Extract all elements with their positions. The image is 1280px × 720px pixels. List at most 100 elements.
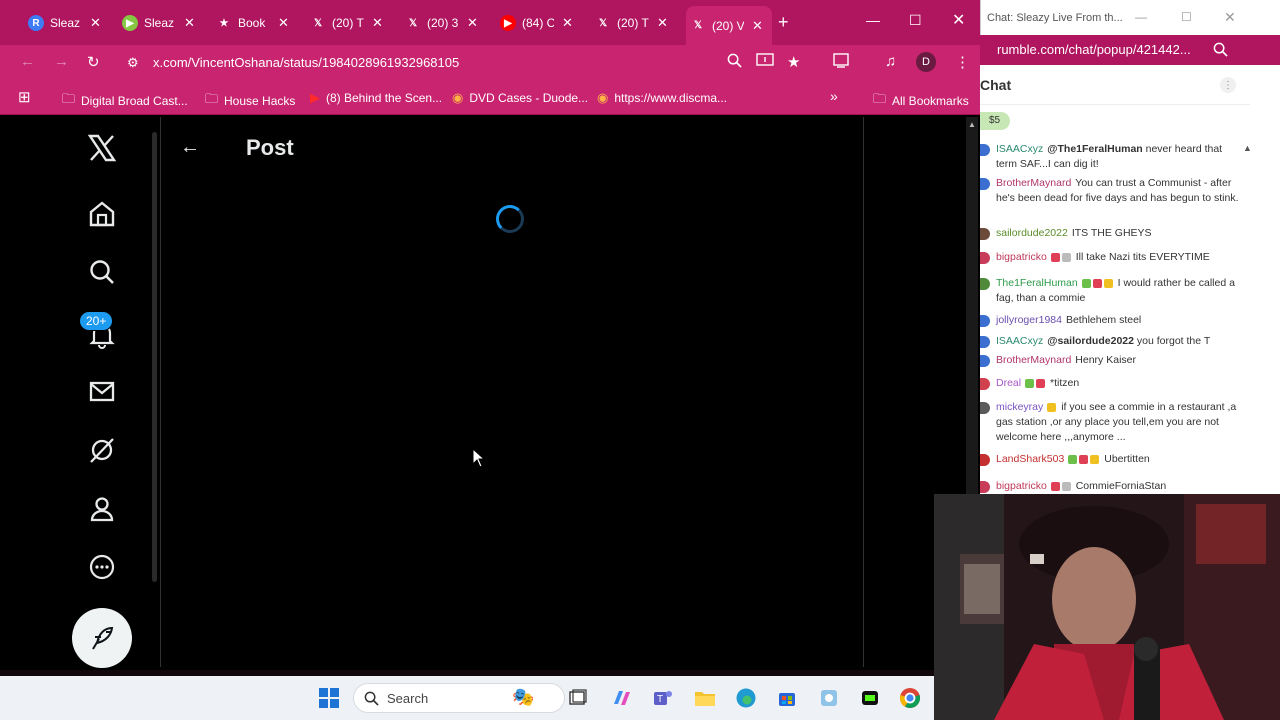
install-app-icon[interactable] — [756, 53, 774, 72]
user-avatar[interactable] — [980, 336, 990, 348]
tab-close-icon[interactable]: ✕ — [562, 15, 573, 31]
profile-avatar[interactable]: D — [916, 52, 936, 72]
new-tab-button[interactable]: + — [778, 12, 789, 33]
user-badge-icon — [1068, 454, 1078, 464]
bookmark-item[interactable]: 🗀 House Hacks — [205, 90, 295, 112]
apps-grid-icon[interactable]: ⊞ — [18, 88, 31, 106]
task-view-icon[interactable] — [566, 686, 590, 710]
app-icon[interactable] — [817, 686, 841, 710]
user-avatar[interactable] — [980, 355, 990, 367]
site-info-icon[interactable]: ⚙ — [127, 55, 139, 71]
browser-tab[interactable]: 𝕏 (20) 3 ✕ — [401, 8, 487, 38]
chat-username[interactable]: LandShark503 — [996, 453, 1064, 465]
bookmark-item[interactable]: ◉ DVD Cases - Duode... — [452, 90, 588, 106]
grok-icon[interactable] — [82, 430, 122, 470]
chat-menu-icon[interactable]: ⋮ — [1220, 77, 1236, 93]
tab-close-icon[interactable]: ✕ — [657, 15, 668, 31]
bookmark-item[interactable]: ▶ (8) Behind the Scen... — [310, 90, 442, 106]
search-icon[interactable] — [82, 252, 122, 292]
browser-tab[interactable]: R Sleaz ✕ — [24, 8, 110, 38]
minimize-button[interactable]: — — [866, 12, 880, 28]
chat-message-text: Ubertitten — [1104, 453, 1150, 465]
browser-tab[interactable]: ★ Book ✕ — [212, 8, 298, 38]
browser-tab[interactable]: 𝕏 (20) V ✕ — [686, 6, 772, 45]
home-icon[interactable] — [82, 194, 122, 234]
tab-close-icon[interactable]: ✕ — [90, 15, 101, 31]
minimize-button[interactable]: — — [1135, 10, 1147, 24]
chat-username[interactable]: ISAACxyz — [996, 143, 1043, 155]
maximize-button[interactable]: ☐ — [1181, 10, 1192, 24]
chrome-icon[interactable] — [898, 686, 922, 710]
user-avatar[interactable] — [980, 378, 990, 390]
zoom-icon[interactable] — [727, 53, 742, 72]
chat-username[interactable]: The1FeralHuman — [996, 277, 1078, 289]
chat-username[interactable]: Dreal — [996, 377, 1021, 389]
chat-username[interactable]: bigpatricko — [996, 251, 1047, 263]
chat-message-text: *titzen — [1050, 377, 1080, 389]
chat-username[interactable]: sailordude2022 — [996, 227, 1068, 239]
user-avatar[interactable] — [980, 228, 990, 240]
tab-close-icon[interactable]: ✕ — [372, 15, 383, 31]
close-window-button[interactable]: ✕ — [1224, 9, 1236, 26]
maximize-button[interactable]: ☐ — [909, 12, 922, 29]
reading-mode-icon[interactable] — [833, 53, 849, 72]
bookmark-star-icon[interactable]: ★ — [787, 53, 800, 71]
address-bar[interactable]: x.com/VincentOshana/status/1984028961932… — [153, 55, 459, 70]
tab-close-icon[interactable]: ✕ — [752, 18, 763, 34]
forward-icon[interactable]: → — [54, 53, 69, 70]
media-control-icon[interactable]: ♫ — [885, 53, 896, 70]
browser-tab[interactable]: 𝕏 (20) T ✕ — [306, 8, 392, 38]
file-explorer-icon[interactable] — [693, 686, 717, 710]
user-avatar[interactable] — [980, 402, 990, 414]
all-bookmarks[interactable]: 🗀 All Bookmarks — [873, 90, 969, 112]
chat-scrollbar[interactable]: ▲ — [1242, 140, 1252, 495]
taskbar-search[interactable]: Search 🎭 — [353, 683, 565, 713]
browser-tab[interactable]: ▶ Sleaz ✕ — [118, 8, 204, 38]
profile-icon[interactable] — [82, 489, 122, 529]
chat-username[interactable]: bigpatricko — [996, 480, 1047, 492]
user-avatar[interactable] — [980, 178, 990, 190]
bookmark-label: (8) Behind the Scen... — [326, 91, 443, 105]
app-icon[interactable] — [858, 686, 882, 710]
back-arrow-icon[interactable]: ← — [180, 136, 200, 159]
back-icon[interactable]: ← — [20, 53, 35, 70]
chat-username[interactable]: BrotherMaynard — [996, 354, 1071, 366]
store-icon[interactable] — [775, 686, 799, 710]
chat-message-text: @sailordude2022 you forgot the T — [1047, 335, 1211, 347]
tab-close-icon[interactable]: ✕ — [278, 15, 289, 31]
bookmark-item[interactable]: ◉ https://www.discma... — [597, 90, 727, 106]
reload-icon[interactable]: ↻ — [87, 53, 100, 71]
tab-close-icon[interactable]: ✕ — [467, 15, 478, 31]
user-avatar[interactable] — [980, 144, 990, 156]
rant-pill[interactable]: $5 — [980, 112, 1010, 130]
more-options-icon[interactable] — [82, 547, 122, 587]
messages-mail-icon[interactable] — [82, 371, 122, 411]
browser-tab[interactable]: ▶ (84) C ✕ — [496, 8, 582, 38]
bookmark-item[interactable]: 🗀 Digital Broad Cast... — [62, 90, 188, 112]
user-avatar[interactable] — [980, 315, 990, 327]
edge-icon[interactable] — [734, 686, 758, 710]
chat-username[interactable]: jollyroger1984 — [996, 314, 1062, 326]
chat-username[interactable]: mickeyray — [996, 401, 1043, 413]
user-avatar[interactable] — [980, 278, 990, 290]
more-bookmarks-icon[interactable]: » — [830, 88, 838, 104]
chat-url[interactable]: rumble.com/chat/popup/421442... — [997, 42, 1191, 57]
x-logo-icon[interactable] — [82, 128, 122, 168]
close-window-button[interactable]: ✕ — [952, 10, 965, 30]
chat-username[interactable]: ISAACxyz — [996, 335, 1043, 347]
chat-username[interactable]: BrotherMaynard — [996, 177, 1071, 189]
copilot-icon[interactable] — [610, 686, 634, 710]
compose-post-button[interactable] — [72, 608, 132, 668]
user-avatar[interactable] — [980, 454, 990, 466]
menu-dots-icon[interactable]: ⋮ — [955, 53, 970, 71]
tab-close-icon[interactable]: ✕ — [184, 15, 195, 31]
user-avatar[interactable] — [980, 252, 990, 264]
zoom-icon[interactable] — [1213, 42, 1228, 57]
browser-tab[interactable]: 𝕏 (20) T ✕ — [591, 8, 677, 38]
user-badge-icon — [1025, 378, 1035, 388]
user-badge-icon — [1047, 402, 1057, 412]
start-windows-icon[interactable] — [317, 686, 341, 710]
teams-icon[interactable]: T — [651, 686, 675, 710]
sidebar-scrollbar[interactable] — [150, 120, 158, 665]
user-avatar[interactable] — [980, 481, 990, 493]
